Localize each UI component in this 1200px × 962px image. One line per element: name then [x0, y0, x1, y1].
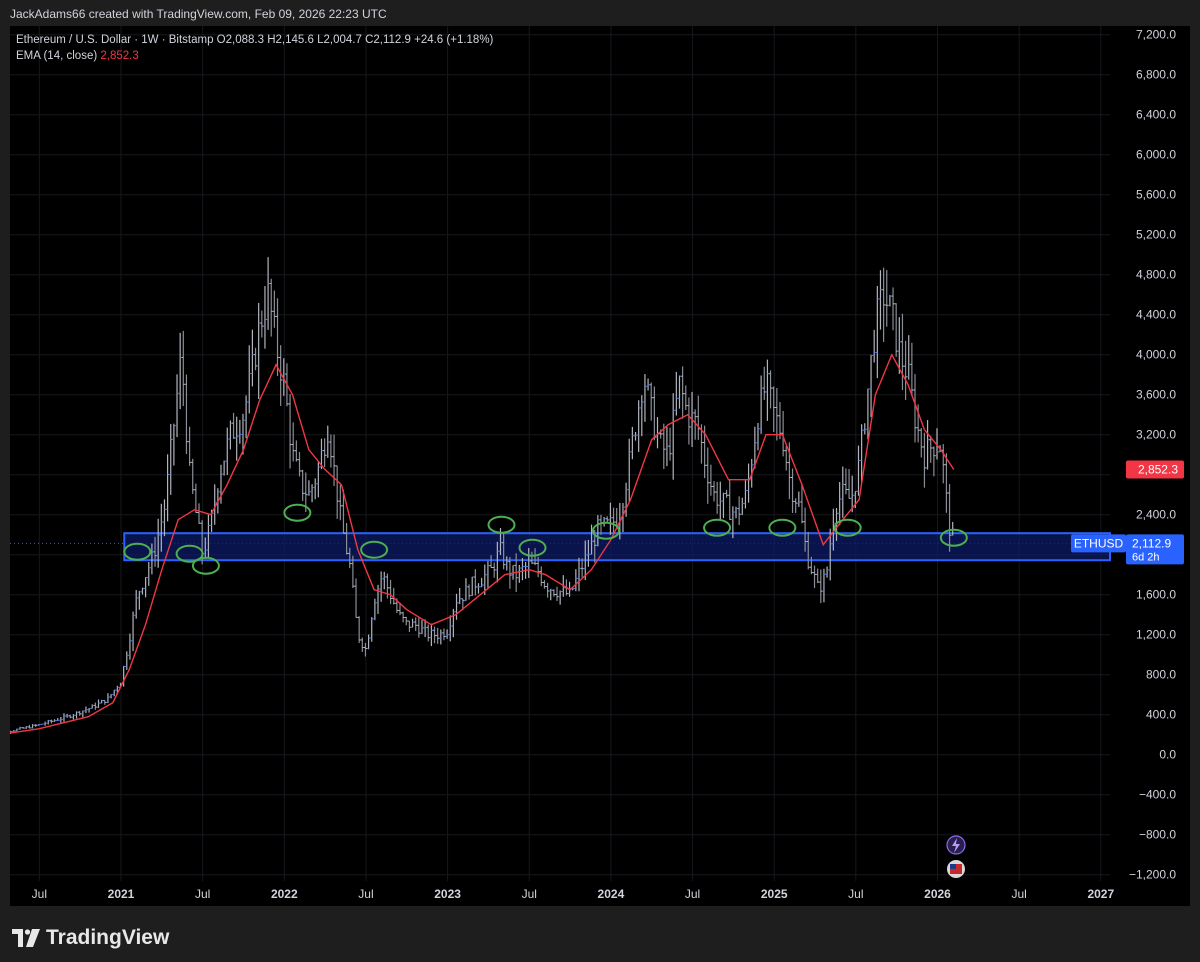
- time-tick-label: 2026: [924, 887, 951, 901]
- price-tick-label: 1,200.0: [1136, 628, 1176, 642]
- price-tick-label: 800.0: [1146, 668, 1176, 682]
- tradingview-logo-icon: [12, 929, 40, 947]
- time-tick-label: 2025: [761, 887, 788, 901]
- chart-background: [10, 26, 1190, 906]
- bottom-bar: TradingView: [0, 906, 1200, 962]
- legend-symbol-line: Ethereum / U.S. Dollar · 1W · Bitstamp O…: [16, 34, 494, 46]
- price-tick-label: 6,000.0: [1136, 148, 1176, 162]
- time-tick-label: Jul: [848, 887, 863, 901]
- price-tick-label: 7,200.0: [1136, 28, 1176, 42]
- current-price-label: 2,112.9: [1132, 536, 1171, 550]
- price-tick-label: −1,200.0: [1129, 868, 1176, 882]
- top-bar: JackAdams66 created with TradingView.com…: [0, 0, 1200, 26]
- price-tick-label: 0.0: [1159, 748, 1176, 762]
- tradingview-brand[interactable]: TradingView: [12, 926, 169, 950]
- price-tick-label: 2,400.0: [1136, 508, 1176, 522]
- legend-indicator-line: EMA (14, close) 2,852.3: [16, 50, 139, 62]
- time-tick-label: Jul: [358, 887, 373, 901]
- time-tick-label: Jul: [1011, 887, 1026, 901]
- support-zone-rectangle[interactable]: [123, 532, 1112, 562]
- time-tick-label: 2023: [434, 887, 461, 901]
- time-tick-label: Jul: [195, 887, 210, 901]
- price-tick-label: 3,200.0: [1136, 428, 1176, 442]
- price-tick-label: 5,200.0: [1136, 228, 1176, 242]
- flag-canton: [950, 864, 956, 869]
- time-tick-label: 2022: [271, 887, 298, 901]
- price-tick-label: 6,400.0: [1136, 108, 1176, 122]
- price-tick-label: 4,800.0: [1136, 268, 1176, 282]
- price-tick-label: 400.0: [1146, 708, 1176, 722]
- price-tick-label: −400.0: [1139, 788, 1176, 802]
- time-tick-label: Jul: [32, 887, 47, 901]
- price-tick-label: 4,400.0: [1136, 308, 1176, 322]
- time-tick-label: 2027: [1087, 887, 1114, 901]
- price-tick-label: 3,600.0: [1136, 388, 1176, 402]
- time-tick-label: 2024: [598, 887, 625, 901]
- price-chart[interactable]: 7,200.0 6,800.0 6,400.0 6,000.0 5,600.0 5,200…: [0, 26, 1190, 906]
- time-tick-label: Jul: [685, 887, 700, 901]
- brand-name: TradingView: [46, 926, 170, 949]
- symbol-label: ETHUSD: [1074, 536, 1124, 550]
- chart-area[interactable]: 7,200.0 6,800.0 6,400.0 6,000.0 5,600.0 5,200…: [0, 26, 1190, 906]
- price-tick-label: 5,600.0: [1136, 188, 1176, 202]
- price-tick-label: 4,000.0: [1136, 348, 1176, 362]
- time-tick-label: Jul: [522, 887, 537, 901]
- attribution-text: JackAdams66 created with TradingView.com…: [10, 7, 387, 21]
- countdown-label: 6d 2h: [1132, 551, 1160, 563]
- ema-price-label: 2,852.3: [1138, 462, 1178, 476]
- time-tick-label: 2021: [108, 887, 135, 901]
- price-tick-label: 6,800.0: [1136, 68, 1176, 82]
- price-tick-label: −800.0: [1139, 828, 1176, 842]
- price-tick-label: 1,600.0: [1136, 588, 1176, 602]
